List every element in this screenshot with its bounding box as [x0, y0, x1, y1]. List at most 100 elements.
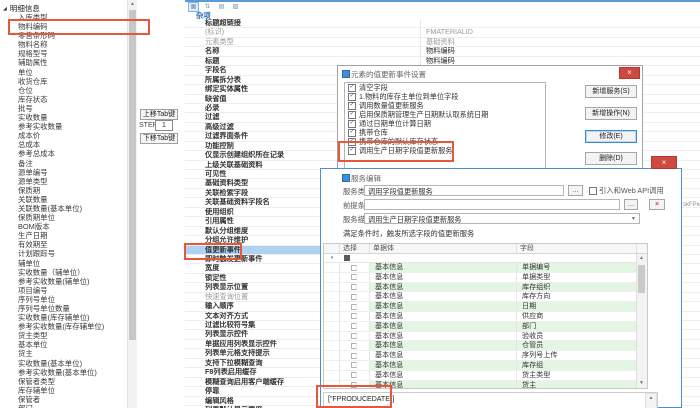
- table-filter-row[interactable]: ▾: [324, 254, 647, 263]
- checklist-item[interactable]: ✓ 调用生产日期字段值更新服务: [345, 146, 545, 155]
- tree-item[interactable]: 规格型号: [18, 49, 134, 58]
- tree-item[interactable]: 库存辅单位: [18, 386, 134, 395]
- checklist-item[interactable]: ✓ 清空字段: [345, 83, 545, 92]
- row-checkbox[interactable]: [351, 294, 357, 300]
- property-value[interactable]: [420, 19, 700, 27]
- service-type-input[interactable]: 调用字段值更新服务: [364, 185, 564, 196]
- tree-item[interactable]: 实收数量: [18, 113, 134, 122]
- row-checkbox[interactable]: [351, 372, 357, 378]
- service-desc-select[interactable]: 调用生产日期字段值更新服务: [364, 213, 640, 224]
- close-button[interactable]: ×: [619, 67, 640, 79]
- tree-item[interactable]: 总成本: [18, 140, 134, 149]
- tree-item[interactable]: 参考实收数量(辅单位): [18, 277, 134, 286]
- tree-item[interactable]: 入库类型: [18, 13, 134, 22]
- tree-item[interactable]: 货主: [18, 349, 134, 358]
- tree-item[interactable]: 序列号单位: [18, 295, 134, 304]
- add-operation-button[interactable]: 新增操作(N): [585, 107, 637, 120]
- tree-item[interactable]: 序列号单位数量: [18, 304, 134, 313]
- formula-scroll-up-icon[interactable]: ▲: [645, 393, 657, 408]
- checkbox-checked-icon[interactable]: ✓: [348, 93, 356, 101]
- row-checkbox[interactable]: [351, 313, 357, 319]
- checkbox-checked-icon[interactable]: ✓: [348, 102, 356, 110]
- tree-item[interactable]: 关联数量(基本单位): [18, 204, 134, 213]
- move-down-tab-button[interactable]: 下移Tab键: [140, 133, 178, 144]
- tree-item[interactable]: 物料名称: [18, 40, 134, 49]
- table-row[interactable]: 基本信息 部门: [324, 322, 647, 332]
- property-row[interactable]: 标题超链接: [185, 19, 700, 28]
- checkbox-checked-icon[interactable]: ✓: [348, 129, 356, 137]
- tree-item[interactable]: 源单类型: [18, 177, 134, 186]
- checklist-item[interactable]: ✓ 调用数量值更新服务: [345, 101, 545, 110]
- tree-item[interactable]: 关联数量: [18, 195, 134, 204]
- checkbox-checked-icon[interactable]: ✓: [348, 111, 356, 119]
- checkbox-checked-icon[interactable]: ✓: [348, 138, 356, 146]
- scroll-up-icon[interactable]: ▲: [637, 254, 646, 263]
- modify-button[interactable]: 修改(E): [585, 130, 637, 143]
- tree-item[interactable]: 收货仓库: [18, 77, 134, 86]
- tree-item[interactable]: 有效期至: [18, 240, 134, 249]
- tree-item[interactable]: 实收数量（辅单位）: [18, 268, 134, 277]
- property-row[interactable]: 元素类型 基础资料: [185, 38, 700, 47]
- tree-item[interactable]: 保管者类型: [18, 377, 134, 386]
- row-checkbox[interactable]: [351, 274, 357, 280]
- prop-toolbar-icon[interactable]: ▨: [230, 2, 241, 12]
- table-row[interactable]: 基本信息 库存组: [324, 361, 647, 371]
- row-checkbox[interactable]: [351, 304, 357, 310]
- tree-scrollbar[interactable]: ▲: [127, 0, 137, 408]
- table-row[interactable]: 基本信息 仓管员: [324, 341, 647, 351]
- tree-item[interactable]: 成本价: [18, 131, 134, 140]
- tree-item[interactable]: 货主类型: [18, 331, 134, 340]
- tree-item[interactable]: 单位: [18, 68, 134, 77]
- checkbox-checked-icon[interactable]: ✓: [348, 84, 356, 92]
- property-value[interactable]: 物料编码: [420, 57, 700, 65]
- web-api-checkbox[interactable]: [589, 187, 597, 195]
- tree-item[interactable]: 批号: [18, 104, 134, 113]
- property-value[interactable]: 物料编码: [420, 47, 700, 55]
- table-row[interactable]: 基本信息 序列号上传: [324, 351, 647, 361]
- tree-item[interactable]: 参考总成本: [18, 149, 134, 158]
- tree-item[interactable]: 备注: [18, 159, 134, 168]
- tree-item[interactable]: 参考实收数量(基本单位): [18, 368, 134, 377]
- scrollbar-thumb[interactable]: [638, 265, 645, 293]
- table-row[interactable]: 基本信息 库存方向: [324, 292, 647, 302]
- tree-item[interactable]: BOM版本: [18, 222, 134, 231]
- checklist-item[interactable]: ✓ 启用保质期管理生产日期默认取系统日期: [345, 110, 545, 119]
- tree-item[interactable]: 参考实收数量: [18, 122, 134, 131]
- tree-item[interactable]: 参考实收数量(库存辅单位): [18, 322, 134, 331]
- browse-button[interactable]: …: [624, 199, 638, 210]
- checkbox-checked-icon[interactable]: ✓: [348, 120, 356, 128]
- scroll-down-icon[interactable]: ▼: [637, 379, 646, 388]
- tree-item[interactable]: 零售条形码: [18, 31, 134, 40]
- table-row[interactable]: 基本信息 供应商: [324, 312, 647, 322]
- tree-expander-icon[interactable]: ◢: [3, 6, 7, 12]
- row-checkbox[interactable]: [351, 265, 357, 271]
- tree-item[interactable]: 部门: [18, 404, 134, 408]
- add-service-button[interactable]: 新增服务(S): [585, 85, 637, 98]
- table-row[interactable]: 基本信息 货主: [324, 381, 647, 389]
- table-row[interactable]: 基本信息 日期: [324, 302, 647, 312]
- checklist-item[interactable]: ✓ 携带仓库的默认库存状态: [345, 137, 545, 146]
- checklist-item[interactable]: ✓ 1.物料的库存主单位到单位字段: [345, 92, 545, 101]
- tree-item[interactable]: 实收数量(库存辅单位): [18, 313, 134, 322]
- tree-item[interactable]: 库存状态: [18, 95, 134, 104]
- chevron-down-icon[interactable]: ▼: [631, 216, 636, 222]
- checklist-item[interactable]: ✓ 携带仓库: [345, 128, 545, 137]
- move-up-tab-button[interactable]: 上移Tab键: [140, 109, 178, 120]
- table-row[interactable]: 基本信息 验收员: [324, 332, 647, 342]
- row-checkbox[interactable]: [351, 362, 357, 368]
- tree-item[interactable]: 保质期单位: [18, 213, 134, 222]
- scroll-up-icon[interactable]: ▲: [128, 0, 137, 9]
- row-checkbox[interactable]: [351, 353, 357, 359]
- tree-item[interactable]: 项目编号: [18, 286, 134, 295]
- select-all-checkbox[interactable]: [344, 255, 350, 261]
- delete-button[interactable]: 删除(D): [585, 152, 637, 165]
- row-checkbox[interactable]: [351, 284, 357, 290]
- formula-textarea[interactable]: ["FPRODUCEDATE"]: [323, 392, 658, 408]
- table-scrollbar[interactable]: ▲ ▼: [636, 254, 647, 388]
- property-value[interactable]: 基础资料: [420, 38, 700, 46]
- property-row[interactable]: (标识) FMATERIALID: [185, 28, 700, 37]
- property-value[interactable]: FMATERIALID: [420, 28, 700, 36]
- clear-button[interactable]: ×: [649, 199, 665, 210]
- table-row[interactable]: 基本信息 单据类型: [324, 273, 647, 283]
- step-input[interactable]: 1: [155, 120, 173, 131]
